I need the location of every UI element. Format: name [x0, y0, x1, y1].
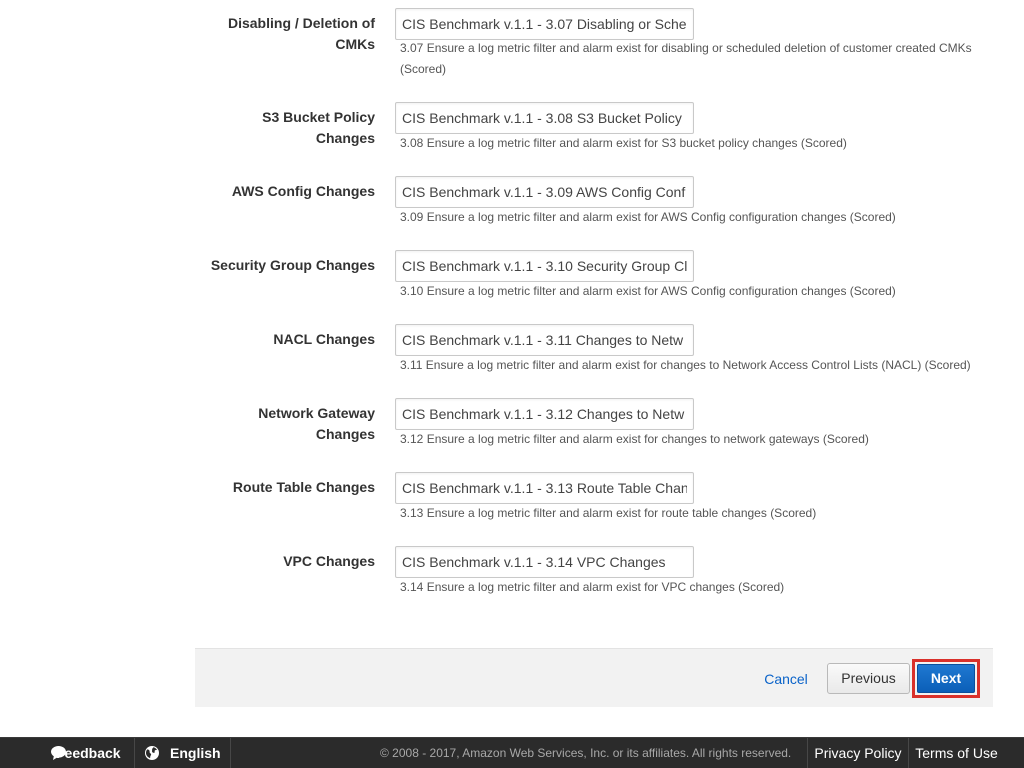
rule-label: Security Group Changes	[210, 257, 375, 273]
rule-label: S3 Bucket Policy Changes	[262, 109, 375, 146]
rule-description: 3.14 Ensure a log metric filter and alar…	[400, 580, 785, 594]
rule-label: Route Table Changes	[232, 479, 375, 495]
rule-name-input[interactable]	[395, 102, 694, 134]
rule-description: 3.12 Ensure a log metric filter and alar…	[400, 432, 869, 446]
language-label: English	[170, 745, 221, 761]
rule-label: AWS Config Changes	[231, 183, 375, 199]
copyright-text: © 2008 - 2017, Amazon Web Services, Inc.…	[380, 746, 792, 760]
rule-name-input[interactable]	[395, 8, 694, 40]
rule-label: NACL Changes	[273, 331, 375, 347]
rule-name-input[interactable]	[395, 546, 694, 578]
feedback-label: Feedback	[56, 745, 121, 761]
footer-divider	[230, 738, 231, 768]
rule-description: 3.10 Ensure a log metric filter and alar…	[400, 284, 896, 298]
rule-name-input[interactable]	[395, 324, 694, 356]
globe-icon	[145, 746, 159, 760]
previous-button[interactable]: Previous	[827, 663, 910, 694]
page-footer: Feedback English © 2008 - 2017, Amazon W…	[0, 737, 1024, 768]
rule-label: Network Gateway Changes	[258, 405, 375, 442]
rule-name-input[interactable]	[395, 176, 694, 208]
rule-name-input[interactable]	[395, 472, 694, 504]
feedback-link[interactable]: Feedback	[20, 738, 134, 768]
rule-description: 3.07 Ensure a log metric filter and alar…	[400, 41, 972, 76]
rule-description: 3.08 Ensure a log metric filter and alar…	[400, 136, 847, 150]
next-button[interactable]: Next	[917, 664, 975, 693]
rule-name-input[interactable]	[395, 398, 694, 430]
terms-of-use-link[interactable]: Terms of Use	[909, 738, 1004, 768]
cancel-button[interactable]: Cancel	[755, 663, 817, 695]
rule-name-input[interactable]	[395, 250, 694, 282]
rule-label: VPC Changes	[283, 553, 375, 569]
rule-description: 3.13 Ensure a log metric filter and alar…	[400, 506, 817, 520]
rule-label: Disabling / Deletion of CMKs	[227, 15, 375, 52]
privacy-policy-link[interactable]: Privacy Policy	[808, 738, 908, 768]
language-selector[interactable]: English	[135, 738, 230, 768]
rule-description: 3.11 Ensure a log metric filter and alar…	[400, 358, 971, 372]
rule-description: 3.09 Ensure a log metric filter and alar…	[400, 210, 896, 224]
